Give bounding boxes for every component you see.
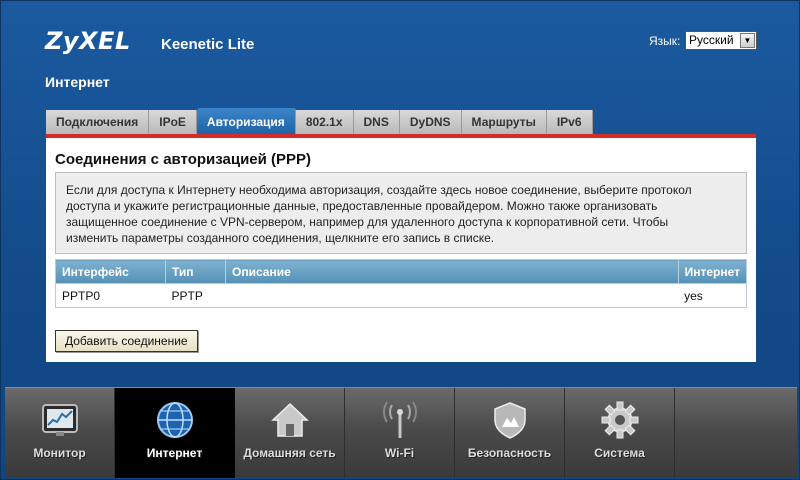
language-select-value: Русский: [689, 33, 734, 47]
info-text: Если для доступа к Интернету необходима …: [66, 183, 692, 245]
column-header-description: Описание: [225, 259, 679, 284]
nav-label: Wi-Fi: [384, 446, 415, 460]
wifi-antenna-icon: [382, 401, 417, 438]
tab-routes[interactable]: Маршруты: [461, 110, 547, 134]
nav-label: Безопасность: [467, 446, 552, 460]
nav-label: Интернет: [146, 446, 203, 460]
brand-logo: ZyXEL: [45, 27, 131, 55]
info-box: Если для доступа к Интернету необходима …: [55, 172, 747, 254]
cell-description: [225, 283, 679, 308]
tab-8021x[interactable]: 802.1x: [295, 110, 354, 134]
connections-table: Интерфейс Тип Описание Интернет PPTP0 PP…: [55, 259, 748, 308]
tab-dns[interactable]: DNS: [353, 110, 400, 134]
cell-type: PPTP: [165, 283, 226, 308]
nav-item-monitor[interactable]: Монитор: [5, 388, 115, 478]
globe-icon: [156, 402, 193, 438]
table-row[interactable]: PPTP0 PPTP yes: [55, 283, 747, 308]
shield-icon: [493, 402, 526, 439]
column-header-internet: Интернет: [678, 259, 748, 284]
column-header-type: Тип: [165, 259, 226, 284]
nav-item-wifi[interactable]: Wi-Fi: [345, 388, 455, 478]
gear-icon: [601, 401, 638, 439]
cell-interface: PPTP0: [55, 283, 166, 308]
model-name: Keenetic Lite: [161, 36, 255, 53]
tab-connections[interactable]: Подключения: [46, 110, 150, 134]
bottom-navigation: Монитор Интернет Домашняя сеть Wi-Fi Без…: [5, 387, 797, 478]
nav-item-security[interactable]: Безопасность: [455, 388, 565, 478]
section-title: Соединения с авторизацией (PPP): [55, 151, 312, 168]
tab-bar: Подключения IPoE Авторизация 802.1x DNS …: [46, 108, 593, 134]
column-header-interface: Интерфейс: [55, 259, 166, 284]
monitor-icon: [41, 404, 78, 436]
language-select[interactable]: Русский ▼: [685, 31, 757, 50]
home-icon: [270, 402, 309, 437]
chevron-down-icon[interactable]: ▼: [740, 33, 755, 48]
tab-dydns[interactable]: DyDNS: [399, 110, 462, 134]
nav-item-system[interactable]: Система: [565, 388, 675, 478]
add-connection-button[interactable]: Добавить соединение: [55, 330, 198, 352]
router-admin-window: ZyXEL Keenetic Lite Язык: Русский ▼ Инте…: [0, 0, 800, 480]
language-label: Язык:: [649, 34, 681, 48]
nav-label: Монитор: [33, 446, 86, 460]
cell-internet: yes: [678, 283, 747, 308]
page-title: Интернет: [45, 74, 110, 90]
nav-item-internet[interactable]: Интернет: [115, 388, 235, 478]
nav-label: Домашняя сеть: [243, 446, 336, 460]
tab-ipoe[interactable]: IPoE: [149, 110, 197, 134]
content-panel: Соединения с авторизацией (PPP) Если для…: [46, 138, 756, 362]
tab-authorization[interactable]: Авторизация: [196, 108, 296, 134]
table-header-row: Интерфейс Тип Описание Интернет: [55, 259, 748, 284]
nav-item-home-network[interactable]: Домашняя сеть: [235, 388, 345, 478]
nav-label: Система: [594, 446, 645, 460]
tab-ipv6[interactable]: IPv6: [546, 110, 593, 134]
